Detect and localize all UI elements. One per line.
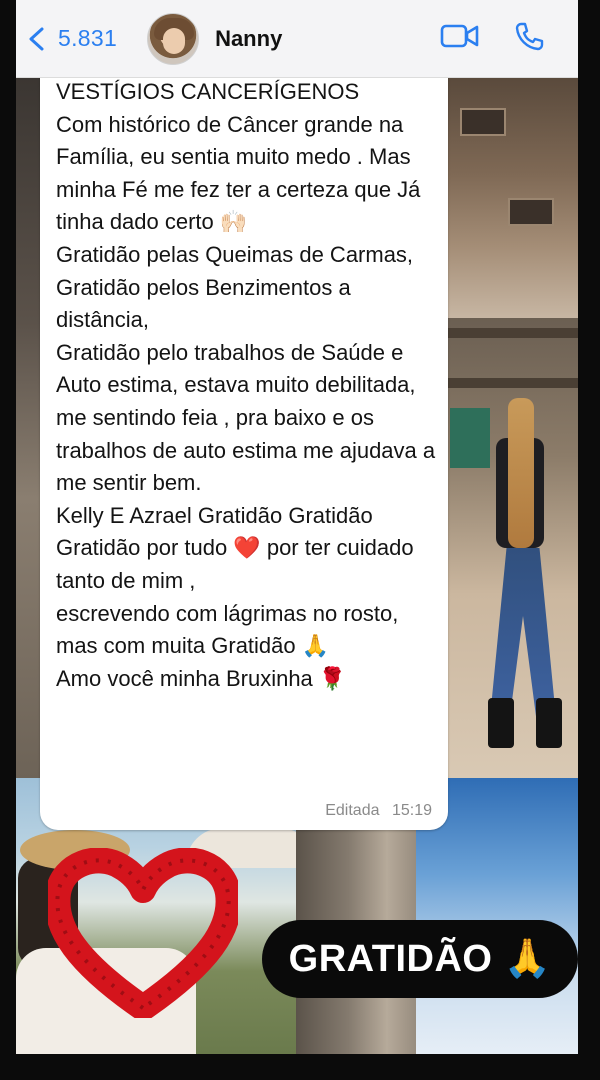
- photo-person-hair: [508, 398, 534, 548]
- back-button[interactable]: 5.831: [26, 25, 117, 52]
- back-unread-count: 5.831: [58, 25, 118, 51]
- message-meta: Editada 15:19: [325, 802, 432, 820]
- avatar-face: [163, 27, 186, 54]
- avatar[interactable]: [147, 12, 200, 65]
- photo-shooting-range-woman: [448, 318, 578, 778]
- photo-window: [460, 108, 506, 136]
- voice-call-button[interactable]: [514, 21, 544, 56]
- photo-beam: [448, 328, 578, 338]
- video-call-button[interactable]: [440, 22, 480, 55]
- chat-header: 5.831 Nanny: [16, 0, 578, 78]
- frame-bottom-edge: [0, 1054, 600, 1080]
- contact-name[interactable]: Nanny: [215, 26, 282, 52]
- message-bubble[interactable]: VESTÍGIOS CANCERÍGENOS Com histórico de …: [40, 74, 448, 830]
- photo-window: [508, 198, 554, 226]
- chevron-left-icon: [29, 27, 44, 50]
- photo-boot: [536, 698, 562, 748]
- photo-beam: [448, 378, 578, 388]
- phone-call-icon: [515, 22, 544, 51]
- rose-heart-icon: [48, 848, 238, 1018]
- edited-label: Editada: [325, 802, 380, 819]
- photo-person-legs: [490, 548, 556, 718]
- gratidao-sticker: GRATIDÃO 🙏: [262, 920, 578, 998]
- video-call-icon: [440, 24, 479, 48]
- frame-left-edge: [0, 0, 16, 1080]
- photo-boot: [488, 698, 514, 748]
- photo-building: [448, 78, 578, 318]
- message-text: VESTÍGIOS CANCERÍGENOS Com histórico de …: [56, 79, 436, 691]
- header-actions: [406, 21, 544, 56]
- frame-right-edge: [578, 0, 600, 1080]
- photo-sign: [450, 408, 490, 468]
- message-time: 15:19: [391, 802, 432, 819]
